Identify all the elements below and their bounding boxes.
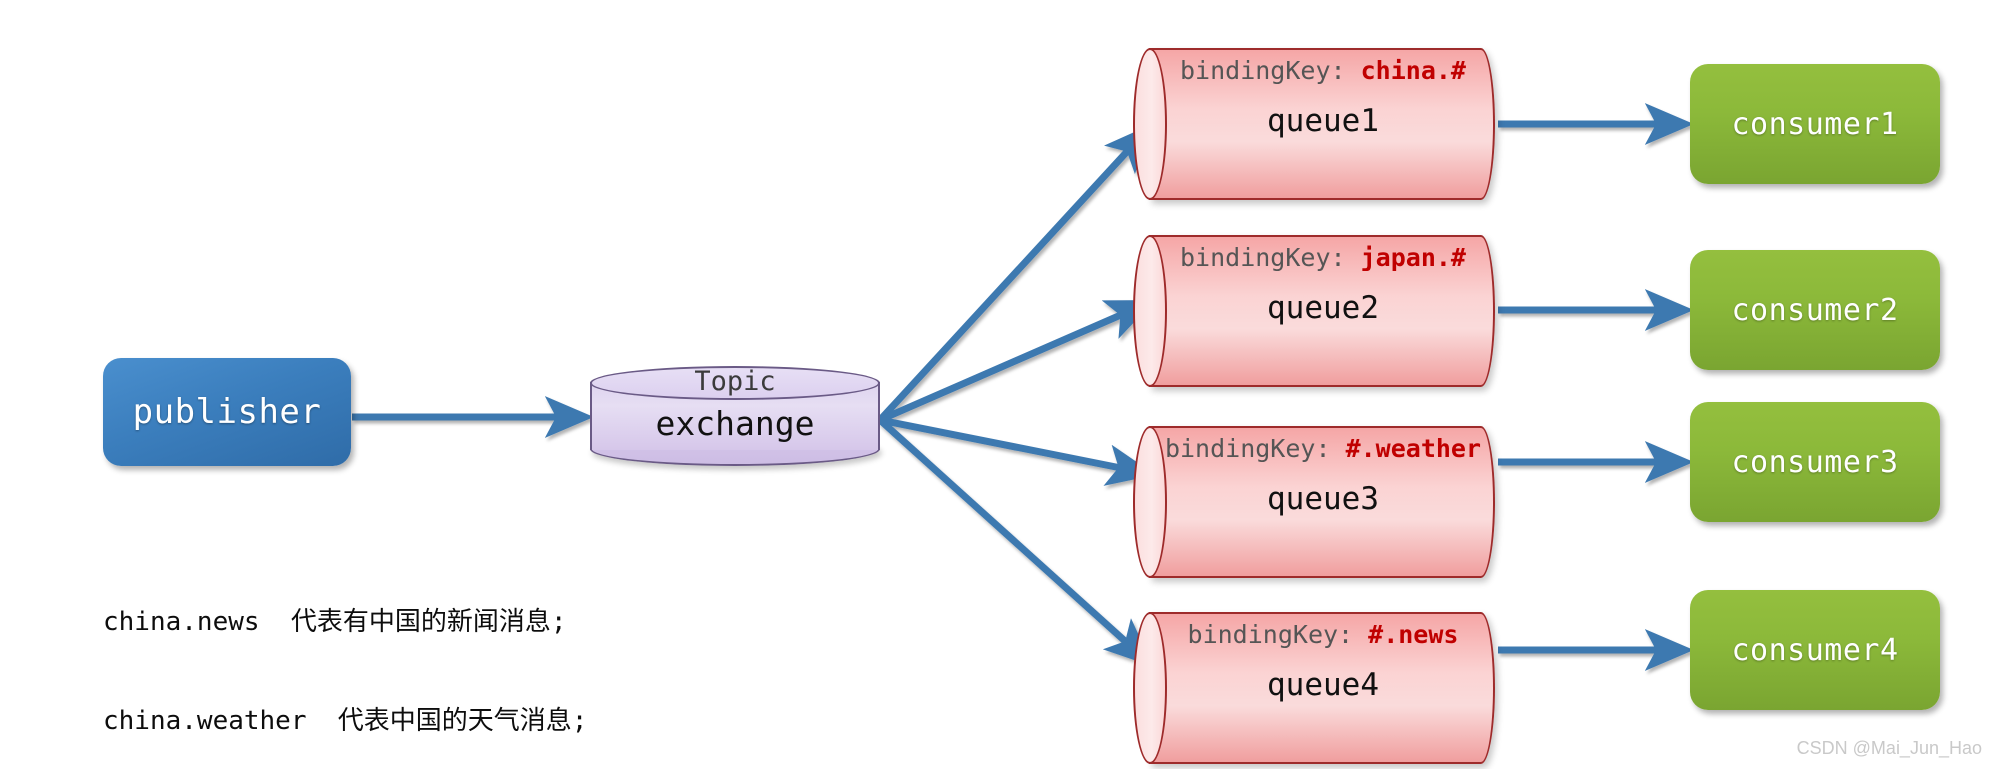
- publisher-label: publisher: [132, 392, 322, 432]
- arrow-exchange-to-queue4: [877, 417, 1154, 667]
- queue-name-3: queue3: [1267, 481, 1379, 517]
- binding-key-prefix: bindingKey:: [1180, 243, 1361, 272]
- binding-key-value: #.weather: [1345, 434, 1482, 463]
- queue-binding-key-3: bindingKey: #.weather: [1151, 434, 1495, 463]
- binding-key-value: #.news: [1368, 620, 1459, 649]
- arrow-exchange-to-queue1: [877, 123, 1153, 423]
- queue-binding-key-1: bindingKey: china.#: [1151, 56, 1495, 85]
- binding-key-value: china.#: [1360, 56, 1466, 85]
- legend-line-1: china.news 代表有中国的新闻消息;: [103, 607, 567, 637]
- binding-key-prefix: bindingKey:: [1180, 56, 1361, 85]
- queue-binding-key-4: bindingKey: #.news: [1151, 620, 1495, 649]
- consumer-node-2[interactable]: consumer2: [1690, 250, 1940, 370]
- consumer-node-4[interactable]: consumer4: [1690, 590, 1940, 710]
- queue-node-4[interactable]: bindingKey: #.news queue4: [1133, 612, 1495, 764]
- consumer-label-1: consumer1: [1731, 106, 1899, 142]
- legend-line-2: china.weather 代表中国的天气消息;: [103, 706, 588, 736]
- consumer-label-2: consumer2: [1731, 292, 1899, 328]
- binding-key-prefix: bindingKey:: [1187, 620, 1369, 649]
- consumer-label-3: consumer3: [1731, 444, 1899, 480]
- consumer-node-1[interactable]: consumer1: [1690, 64, 1940, 184]
- queue-name-4: queue4: [1267, 667, 1379, 703]
- exchange-type-label: Topic: [694, 366, 776, 397]
- legend-text-block: china.news 代表有中国的新闻消息; china.weather 代表中…: [103, 540, 587, 769]
- consumer-label-4: consumer4: [1731, 632, 1899, 668]
- binding-key-prefix: bindingKey:: [1164, 434, 1346, 463]
- queue-node-2[interactable]: bindingKey: japan.# queue2: [1133, 235, 1495, 387]
- arrow-exchange-to-queue3: [879, 416, 1156, 486]
- queue-name-2: queue2: [1267, 290, 1379, 326]
- queue-node-3[interactable]: bindingKey: #.weather queue3: [1133, 426, 1495, 578]
- queue-name-1: queue1: [1267, 103, 1379, 139]
- exchange-name-label: exchange: [655, 404, 815, 443]
- queue-binding-key-2: bindingKey: japan.#: [1151, 243, 1495, 272]
- diagram-canvas: publisher Topic exchange bindingKey: chi…: [0, 0, 1998, 769]
- queue-node-1[interactable]: bindingKey: china.# queue1: [1133, 48, 1495, 200]
- arrow-exchange-to-queue2: [878, 300, 1155, 424]
- exchange-node[interactable]: Topic exchange: [590, 366, 880, 466]
- binding-key-value: japan.#: [1360, 243, 1466, 272]
- watermark-label: CSDN @Mai_Jun_Hao: [1796, 738, 1982, 758]
- consumer-node-3[interactable]: consumer3: [1690, 402, 1940, 522]
- publisher-node[interactable]: publisher: [103, 358, 351, 466]
